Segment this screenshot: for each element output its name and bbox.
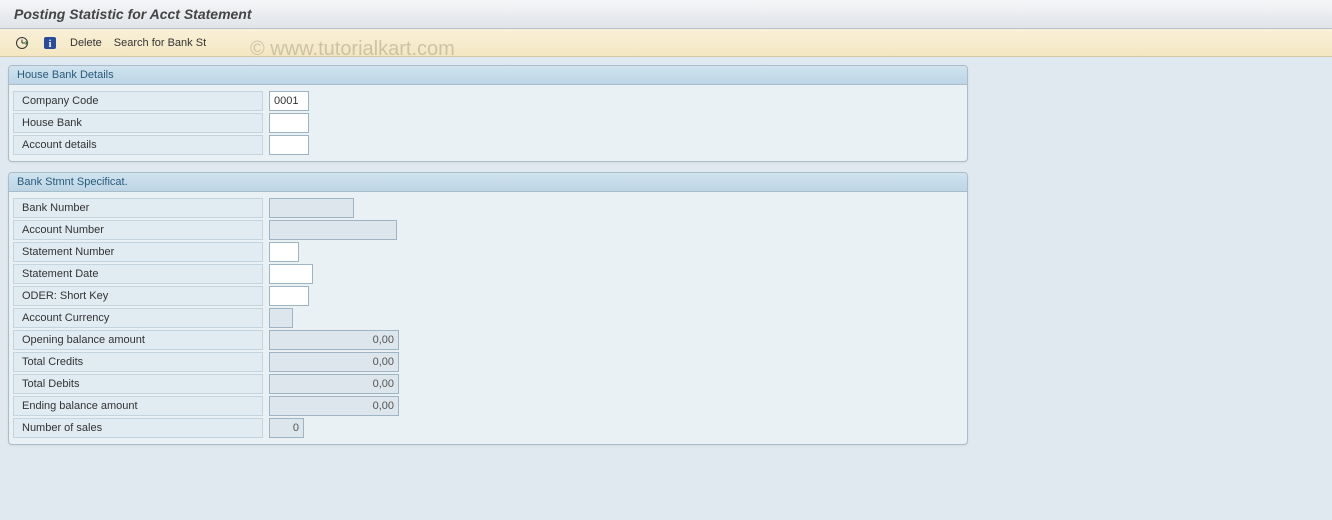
ending-balance-label: Ending balance amount bbox=[13, 396, 263, 416]
company-code-label: Company Code bbox=[13, 91, 263, 111]
number-sales-label: Number of sales bbox=[13, 418, 263, 438]
ending-balance-input bbox=[269, 396, 399, 416]
opening-balance-label: Opening balance amount bbox=[13, 330, 263, 350]
oder-short-key-input[interactable] bbox=[269, 286, 309, 306]
toolbar: i Delete Search for Bank St bbox=[0, 29, 1332, 57]
info-icon[interactable]: i bbox=[42, 35, 58, 51]
svg-text:i: i bbox=[49, 39, 52, 50]
account-currency-input bbox=[269, 308, 293, 328]
total-credits-input bbox=[269, 352, 399, 372]
account-currency-label: Account Currency bbox=[13, 308, 263, 328]
statement-date-label: Statement Date bbox=[13, 264, 263, 284]
delete-button[interactable]: Delete bbox=[70, 37, 102, 49]
company-code-input[interactable] bbox=[269, 91, 309, 111]
account-number-label: Account Number bbox=[13, 220, 263, 240]
group-header: Bank Stmnt Specificat. bbox=[9, 173, 967, 192]
account-number-input bbox=[269, 220, 397, 240]
bank-stmnt-specificat-group: Bank Stmnt Specificat. Bank Number Accou… bbox=[8, 172, 968, 445]
number-sales-input bbox=[269, 418, 304, 438]
opening-balance-input bbox=[269, 330, 399, 350]
house-bank-label: House Bank bbox=[13, 113, 263, 133]
bank-number-label: Bank Number bbox=[13, 198, 263, 218]
house-bank-details-group: House Bank Details Company Code House Ba… bbox=[8, 65, 968, 162]
page-title: Posting Statistic for Acct Statement bbox=[14, 6, 1318, 22]
total-debits-label: Total Debits bbox=[13, 374, 263, 394]
group-header: House Bank Details bbox=[9, 66, 967, 85]
statement-number-label: Statement Number bbox=[13, 242, 263, 262]
account-details-label: Account details bbox=[13, 135, 263, 155]
total-credits-label: Total Credits bbox=[13, 352, 263, 372]
total-debits-input bbox=[269, 374, 399, 394]
house-bank-input[interactable] bbox=[269, 113, 309, 133]
statement-number-input[interactable] bbox=[269, 242, 299, 262]
oder-short-key-label: ODER: Short Key bbox=[13, 286, 263, 306]
content-area: House Bank Details Company Code House Ba… bbox=[0, 57, 1332, 520]
bank-number-input bbox=[269, 198, 354, 218]
execute-icon[interactable] bbox=[14, 35, 30, 51]
search-bank-button[interactable]: Search for Bank St bbox=[114, 37, 206, 49]
statement-date-input[interactable] bbox=[269, 264, 313, 284]
title-bar: Posting Statistic for Acct Statement bbox=[0, 0, 1332, 29]
account-details-input[interactable] bbox=[269, 135, 309, 155]
